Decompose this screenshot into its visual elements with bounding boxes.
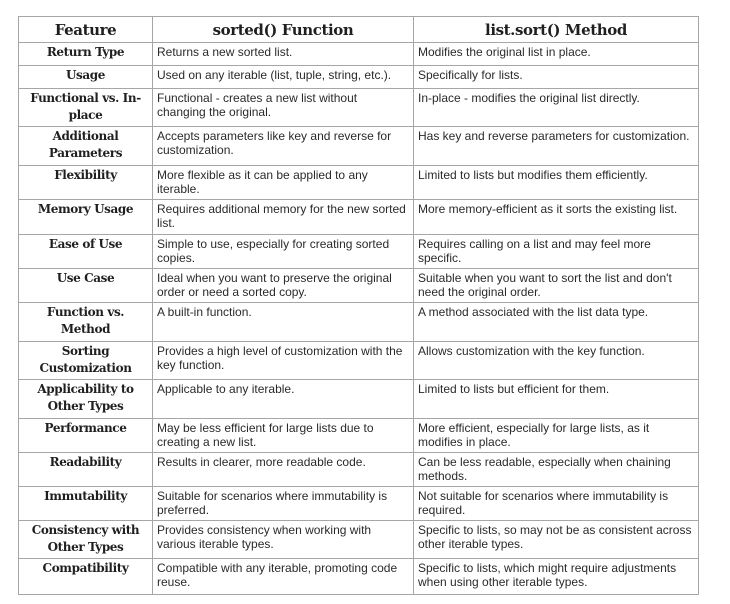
list-sort-method-cell: Specifically for lists. bbox=[413, 65, 699, 89]
list-sort-method-cell: Limited to lists but efficient for them. bbox=[413, 379, 699, 419]
comparison-table: Feature sorted() Function list.sort() Me… bbox=[18, 16, 699, 595]
list-sort-method-cell: Modifies the original list in place. bbox=[413, 42, 699, 66]
table-row: Applicability to Other Types Applicable t… bbox=[18, 379, 699, 419]
list-sort-method-cell: More memory-efficient as it sorts the ex… bbox=[413, 199, 699, 235]
table-row: Sorting Customization Provides a high lev… bbox=[18, 341, 699, 380]
sorted-function-cell: May be less efficient for large lists du… bbox=[152, 418, 414, 453]
list-sort-method-cell: Specific to lists, which might require a… bbox=[413, 558, 699, 595]
list-sort-method-cell: Limited to lists but modifies them effic… bbox=[413, 165, 699, 200]
sorted-function-cell: Provides a high level of customization w… bbox=[152, 341, 414, 380]
feature-cell: Applicability to Other Types bbox=[18, 379, 153, 419]
list-sort-method-cell: More efficient, especially for large lis… bbox=[413, 418, 699, 453]
sorted-function-cell: Provides consistency when working with v… bbox=[152, 520, 414, 559]
feature-cell: Performance bbox=[18, 418, 153, 453]
sorted-function-cell: Requires additional memory for the new s… bbox=[152, 199, 414, 235]
feature-cell: Readability bbox=[18, 452, 153, 487]
feature-cell: Consistency with Other Types bbox=[18, 520, 153, 559]
sorted-function-cell: More flexible as it can be applied to an… bbox=[152, 165, 414, 200]
sorted-function-cell: Suitable for scenarios where immutabilit… bbox=[152, 486, 414, 521]
sorted-function-cell: Simple to use, especially for creating s… bbox=[152, 234, 414, 269]
header-feature: Feature bbox=[18, 16, 153, 43]
list-sort-method-cell: Allows customization with the key functi… bbox=[413, 341, 699, 380]
sorted-function-cell: A built-in function. bbox=[152, 302, 414, 342]
sorted-function-cell: Accepts parameters like key and reverse … bbox=[152, 126, 414, 166]
table-row: Ease of Use Simple to use, especially for… bbox=[18, 234, 699, 269]
feature-cell: Additional Parameters bbox=[18, 126, 153, 166]
sorted-function-cell: Functional - creates a new list without … bbox=[152, 88, 414, 127]
list-sort-method-cell: Can be less readable, especially when ch… bbox=[413, 452, 699, 487]
table-row: Return Type Returns a new sorted list. Mod… bbox=[18, 42, 699, 66]
feature-cell: Compatibility bbox=[18, 558, 153, 595]
sorted-function-cell: Results in clearer, more readable code. bbox=[152, 452, 414, 487]
table-row: Use Case Ideal when you want to preserve … bbox=[18, 268, 699, 303]
table-row: Function vs. Method A built-in function. A… bbox=[18, 302, 699, 342]
table-row: Readability Results in clearer, more read… bbox=[18, 452, 699, 487]
header-list-sort-method: list.sort() Method bbox=[413, 16, 699, 43]
table-row: Consistency with Other Types Provides con… bbox=[18, 520, 699, 559]
list-sort-method-cell: Suitable when you want to sort the list … bbox=[413, 268, 699, 303]
sorted-function-cell: Applicable to any iterable. bbox=[152, 379, 414, 419]
feature-cell: Ease of Use bbox=[18, 234, 153, 269]
feature-cell: Usage bbox=[18, 65, 153, 89]
header-sorted-function: sorted() Function bbox=[152, 16, 414, 43]
feature-cell: Sorting Customization bbox=[18, 341, 153, 380]
feature-cell: Use Case bbox=[18, 268, 153, 303]
feature-cell: Flexibility bbox=[18, 165, 153, 200]
sorted-function-cell: Returns a new sorted list. bbox=[152, 42, 414, 66]
table-row: Immutability Suitable for scenarios where… bbox=[18, 486, 699, 521]
table-row: Performance May be less efficient for lar… bbox=[18, 418, 699, 453]
feature-cell: Memory Usage bbox=[18, 199, 153, 235]
table-row: Compatibility Compatible with any iterabl… bbox=[18, 558, 699, 595]
table-row: Additional Parameters Accepts parameters … bbox=[18, 126, 699, 166]
sorted-function-cell: Ideal when you want to preserve the orig… bbox=[152, 268, 414, 303]
list-sort-method-cell: Requires calling on a list and may feel … bbox=[413, 234, 699, 269]
table-row: Memory Usage Requires additional memory f… bbox=[18, 199, 699, 235]
table-row: Functional vs. In-place Functional - crea… bbox=[18, 88, 699, 127]
list-sort-method-cell: A method associated with the list data t… bbox=[413, 302, 699, 342]
feature-cell: Immutability bbox=[18, 486, 153, 521]
header-row: Feature sorted() Function list.sort() Me… bbox=[18, 16, 699, 43]
feature-cell: Function vs. Method bbox=[18, 302, 153, 342]
list-sort-method-cell: Not suitable for scenarios where immutab… bbox=[413, 486, 699, 521]
list-sort-method-cell: In-place - modifies the original list di… bbox=[413, 88, 699, 127]
table-row: Flexibility More flexible as it can be ap… bbox=[18, 165, 699, 200]
sorted-function-cell: Compatible with any iterable, promoting … bbox=[152, 558, 414, 595]
list-sort-method-cell: Specific to lists, so may not be as cons… bbox=[413, 520, 699, 559]
feature-cell: Functional vs. In-place bbox=[18, 88, 153, 127]
list-sort-method-cell: Has key and reverse parameters for custo… bbox=[413, 126, 699, 166]
table-row: Usage Used on any iterable (list, tuple, … bbox=[18, 65, 699, 89]
sorted-function-cell: Used on any iterable (list, tuple, strin… bbox=[152, 65, 414, 89]
feature-cell: Return Type bbox=[18, 42, 153, 66]
